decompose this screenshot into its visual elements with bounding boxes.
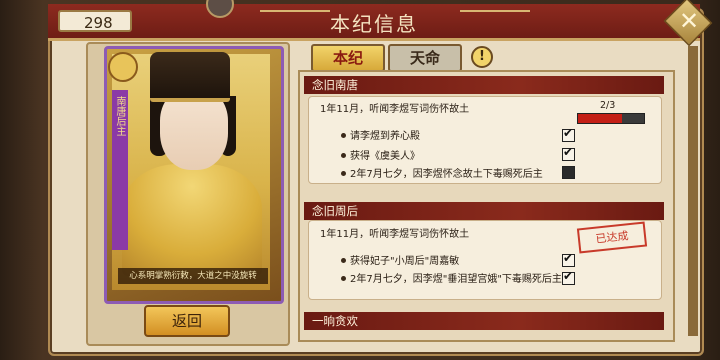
bullet-icon xyxy=(341,258,346,263)
section-title: 一晌贪欢 xyxy=(304,312,664,330)
currency-counter: 298 xyxy=(58,10,132,32)
card-caption: 心系明掌熟衍敕，大道之中没旋转 xyxy=(118,268,268,284)
bullet-icon xyxy=(341,171,346,176)
task-text: 2年7月七夕，因李煜"垂泪望宫娥"下毒赐死后主 xyxy=(350,274,562,285)
title-ornament-left xyxy=(260,10,330,22)
bullet-icon xyxy=(341,276,346,281)
back-button[interactable]: 返回 xyxy=(144,305,230,337)
title-bar: 本纪信息 xyxy=(48,4,700,41)
task-text: 2年7月七夕，因李煜怀念故土下毒赐死后主 xyxy=(350,169,543,180)
character-hat xyxy=(150,52,230,102)
task-checkbox xyxy=(562,269,575,285)
progress-count: 2/3 xyxy=(600,100,616,111)
task-text: 获得《虞美人》 xyxy=(350,151,420,162)
section-description: 1年11月，听闻李煜写词伤怀故土 xyxy=(320,229,470,240)
section-title: 念旧周后 xyxy=(304,202,664,220)
task-checkbox xyxy=(562,126,575,142)
info-icon[interactable]: ! xyxy=(471,46,493,68)
task-checkbox xyxy=(562,145,575,161)
tab-tianming[interactable]: 天命 xyxy=(388,44,462,72)
title-ornament-right xyxy=(460,10,530,22)
close-icon[interactable]: ✕ xyxy=(674,6,704,36)
tab-benji[interactable]: 本纪 xyxy=(311,44,385,72)
section-title: 念旧南唐 xyxy=(304,76,664,94)
card-name: 南唐后主 xyxy=(114,96,125,136)
bullet-icon xyxy=(341,133,346,138)
bullet-icon xyxy=(341,153,346,158)
page-title: 本纪信息 xyxy=(330,12,418,36)
rank-badge-icon xyxy=(108,52,138,82)
scrollbar[interactable] xyxy=(688,46,698,336)
progress-bar xyxy=(577,113,645,124)
character-robe xyxy=(122,164,262,276)
task-checkbox xyxy=(562,251,575,267)
section-description: 1年11月，听闻李煜写词伤怀故土 xyxy=(320,104,470,115)
task-checkbox xyxy=(562,166,575,179)
progress-fill xyxy=(578,114,623,123)
task-text: 获得妃子"小周后"周嘉敏 xyxy=(350,256,460,267)
task-text: 请李煜到养心殿 xyxy=(350,131,420,142)
